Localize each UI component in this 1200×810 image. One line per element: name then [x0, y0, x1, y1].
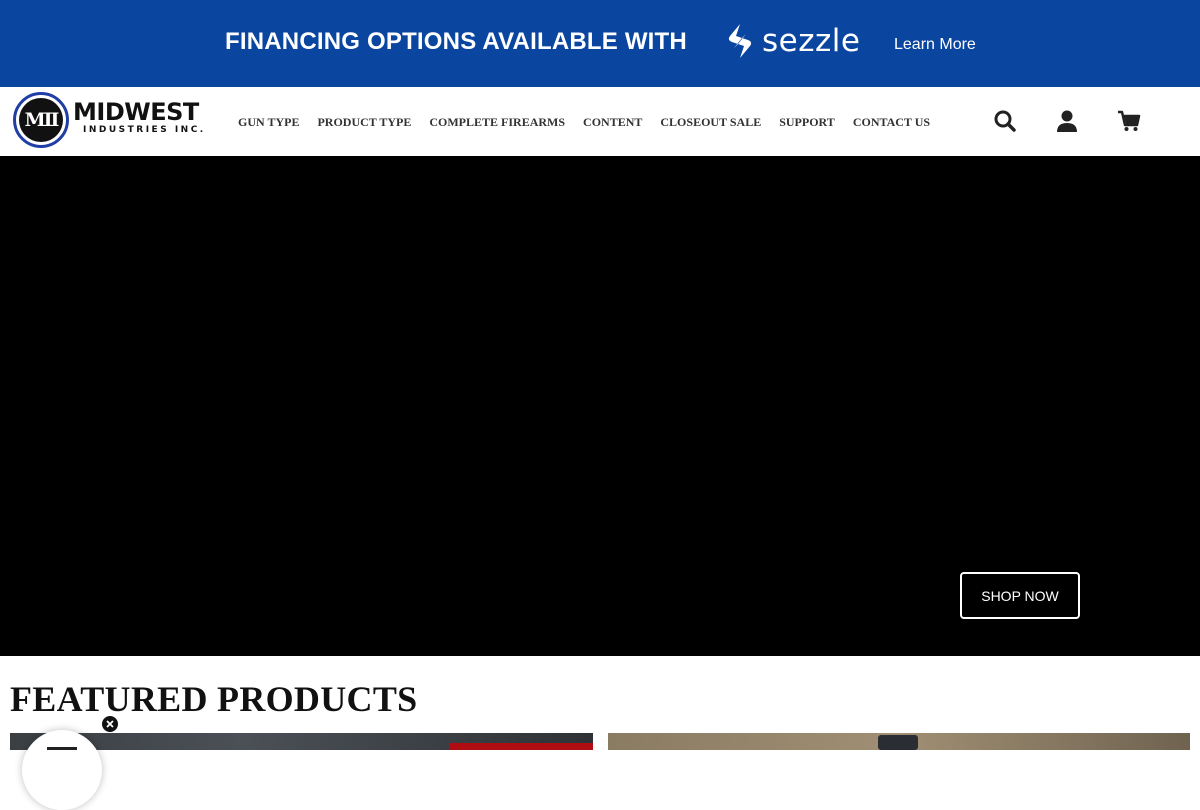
sezzle-wordmark: sezzle	[762, 23, 861, 59]
product-card[interactable]	[608, 733, 1190, 750]
featured-products-title: FEATURED PRODUCTS	[10, 679, 418, 719]
nav-item-gun-type[interactable]: GUN TYPE	[238, 115, 299, 130]
nav-item-complete-firearms[interactable]: COMPLETE FIREARMS	[429, 115, 565, 130]
main-nav: GUN TYPE PRODUCT TYPE COMPLETE FIREARMS …	[238, 115, 948, 130]
nav-item-content[interactable]: CONTENT	[583, 115, 642, 130]
product-image	[878, 735, 918, 750]
logo-subtitle: INDUSTRIES INC.	[83, 125, 206, 135]
promo-text: FINANCING OPTIONS AVAILABLE WITH	[225, 28, 687, 55]
cart-icon[interactable]	[1117, 109, 1141, 133]
product-card[interactable]	[10, 733, 593, 750]
promo-banner: FINANCING OPTIONS AVAILABLE WITH sezzle …	[0, 0, 1200, 87]
search-icon[interactable]	[993, 109, 1017, 133]
sezzle-logo: sezzle	[724, 22, 860, 60]
logo-emblem-mark: MII	[19, 98, 63, 142]
nav-item-contact-us[interactable]: CONTACT US	[853, 115, 930, 130]
logo-name: MIDWEST	[73, 98, 199, 126]
learn-more-link[interactable]: Learn More	[894, 36, 976, 54]
shop-now-button[interactable]: SHOP NOW	[960, 572, 1080, 619]
site-logo[interactable]: MII MIDWEST INDUSTRIES INC.	[13, 92, 208, 148]
sezzle-logo-icon	[728, 24, 752, 58]
account-icon[interactable]	[1055, 109, 1079, 133]
nav-item-product-type[interactable]: PRODUCT TYPE	[317, 115, 411, 130]
logo-emblem: MII	[13, 92, 69, 148]
nav-item-closeout-sale[interactable]: CLOSEOUT SALE	[660, 115, 761, 130]
nav-item-support[interactable]: SUPPORT	[779, 115, 835, 130]
sale-badge	[449, 743, 593, 750]
chat-launcher-button[interactable]	[22, 730, 102, 810]
close-icon[interactable]	[101, 715, 119, 733]
